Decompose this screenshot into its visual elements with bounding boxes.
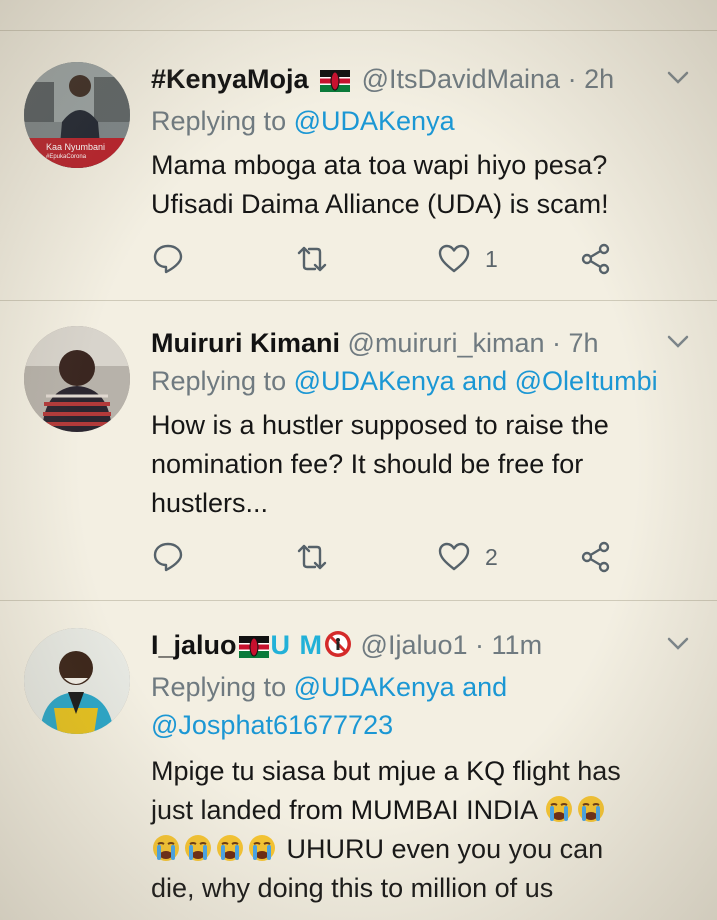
mention-link[interactable]: @Josphat61677723 [151, 706, 507, 744]
top-divider [0, 30, 717, 31]
replying-to: Replying to @UDAKenya and @Josphat616777… [151, 668, 507, 744]
avatar-caption: Kaa Nyumbani [46, 142, 106, 152]
mention-link[interactable]: @UDAKenya and [294, 672, 508, 702]
timestamp: · 11m [475, 630, 543, 660]
tweet-text-line: How is a hustler supposed to raise the [151, 410, 609, 440]
tweet-text-segment: UHURU even you you can [286, 834, 604, 864]
replying-prefix: Replying to [151, 672, 287, 702]
chevron-down-icon[interactable] [667, 71, 689, 85]
chevron-down-icon[interactable] [667, 637, 689, 651]
avatar[interactable] [24, 628, 130, 734]
crying-face-icon [546, 796, 573, 822]
tweet-text-line: just landed from MUMBAI INDIA [151, 791, 697, 830]
retweet-button[interactable] [295, 242, 329, 276]
reply-button[interactable] [151, 242, 185, 276]
name-suffix: U M [270, 630, 324, 660]
tweet-text-line: hustlers... [151, 488, 269, 518]
crying-face-icon [185, 835, 211, 861]
tweet-header: Muiruri Kimani @muiruri_kiman · 7h [151, 326, 687, 360]
tweet-text: Mpige tu siasa but mjue a KQ flight has … [151, 752, 697, 908]
replying-prefix: Replying to [151, 366, 287, 396]
display-name[interactable]: #KenyaMoja [151, 64, 309, 94]
tweet[interactable]: I_jaluo U M @Ijaluo1 · 11m Replying to @… [0, 628, 717, 920]
tweet-text: How is a hustler supposed to raise the n… [151, 406, 697, 523]
mention-link[interactable]: @UDAKenya and @OleItumbi [294, 366, 658, 396]
crying-face-icon [249, 835, 275, 861]
avatar-hashtag: #EpukaCorona [46, 154, 87, 160]
avatar-image [24, 326, 130, 432]
tweet-text-line: Mama mboga ata toa wapi hiyo pesa? [151, 150, 608, 180]
tweet-header: I_jaluo U M @Ijaluo1 · 11m [151, 628, 687, 662]
like-button[interactable]: 1 [437, 242, 498, 276]
reply-icon [153, 244, 183, 274]
like-icon [438, 542, 470, 571]
share-button[interactable] [579, 242, 613, 276]
kenya-flag-icon [320, 69, 351, 92]
handle[interactable]: @Ijaluo1 [361, 630, 468, 660]
timestamp: · 2h [567, 64, 615, 94]
share-icon [581, 541, 610, 573]
tweet[interactable]: Muiruri Kimani @muiruri_kiman · 7h Reply… [0, 326, 717, 596]
retweet-button[interactable] [295, 540, 329, 574]
tweet-text-line: UHURU even you you can [151, 830, 697, 869]
avatar[interactable]: Kaa Nyumbani #EpukaCorona [24, 62, 130, 168]
handle[interactable]: @muiruri_kiman [348, 328, 545, 358]
like-count: 2 [485, 543, 498, 570]
reply-button[interactable] [151, 540, 185, 574]
tweet-actions: 1 [151, 242, 687, 282]
tweet-text-line: Ufisadi Daima Alliance (UDA) is scam! [151, 189, 609, 219]
display-name[interactable]: Muiruri Kimani [151, 328, 340, 358]
tweet-text: Mama mboga ata toa wapi hiyo pesa? Ufisa… [151, 146, 697, 224]
replying-prefix: Replying to [151, 106, 287, 136]
replying-to: Replying to @UDAKenya and @OleItumbi [151, 362, 658, 400]
replying-to: Replying to @UDAKenya [151, 102, 455, 140]
retweet-icon [297, 544, 327, 570]
display-name[interactable]: I_jaluo [151, 630, 237, 660]
tweet-text-line: Mpige tu siasa but mjue a KQ flight has [151, 756, 621, 786]
tweet-divider [0, 600, 717, 601]
tweet-actions: 2 [151, 540, 687, 580]
mention-link[interactable]: @UDAKenya [294, 106, 455, 136]
tweet-text-line: nomination fee? It should be free for [151, 449, 584, 479]
avatar-image [24, 628, 130, 734]
like-icon [438, 244, 470, 273]
reply-icon [153, 542, 183, 572]
avatar[interactable] [24, 326, 130, 432]
tweet-text-segment: just landed from MUMBAI INDIA [151, 795, 537, 825]
like-count: 1 [485, 245, 498, 272]
handle[interactable]: @ItsDavidMaina [362, 64, 560, 94]
chevron-down-icon[interactable] [667, 335, 689, 349]
tweet[interactable]: Kaa Nyumbani #EpukaCorona #KenyaMoja @It… [0, 62, 717, 302]
share-icon [581, 243, 610, 275]
share-button[interactable] [579, 540, 613, 574]
no-entry-icon [325, 631, 352, 657]
retweet-icon [297, 246, 327, 272]
tweet-header: #KenyaMoja @ItsDavidMaina · 2h [151, 62, 687, 96]
crying-face-icon [217, 835, 243, 861]
crying-face-icon [153, 835, 179, 861]
crying-face-icon [578, 796, 605, 822]
tweet-divider [0, 300, 717, 301]
tweet-text-line: die, why doing this to million of us [151, 873, 554, 903]
like-button[interactable]: 2 [437, 540, 498, 574]
kenya-flag-icon [238, 635, 269, 658]
timestamp: · 7h [552, 328, 599, 358]
